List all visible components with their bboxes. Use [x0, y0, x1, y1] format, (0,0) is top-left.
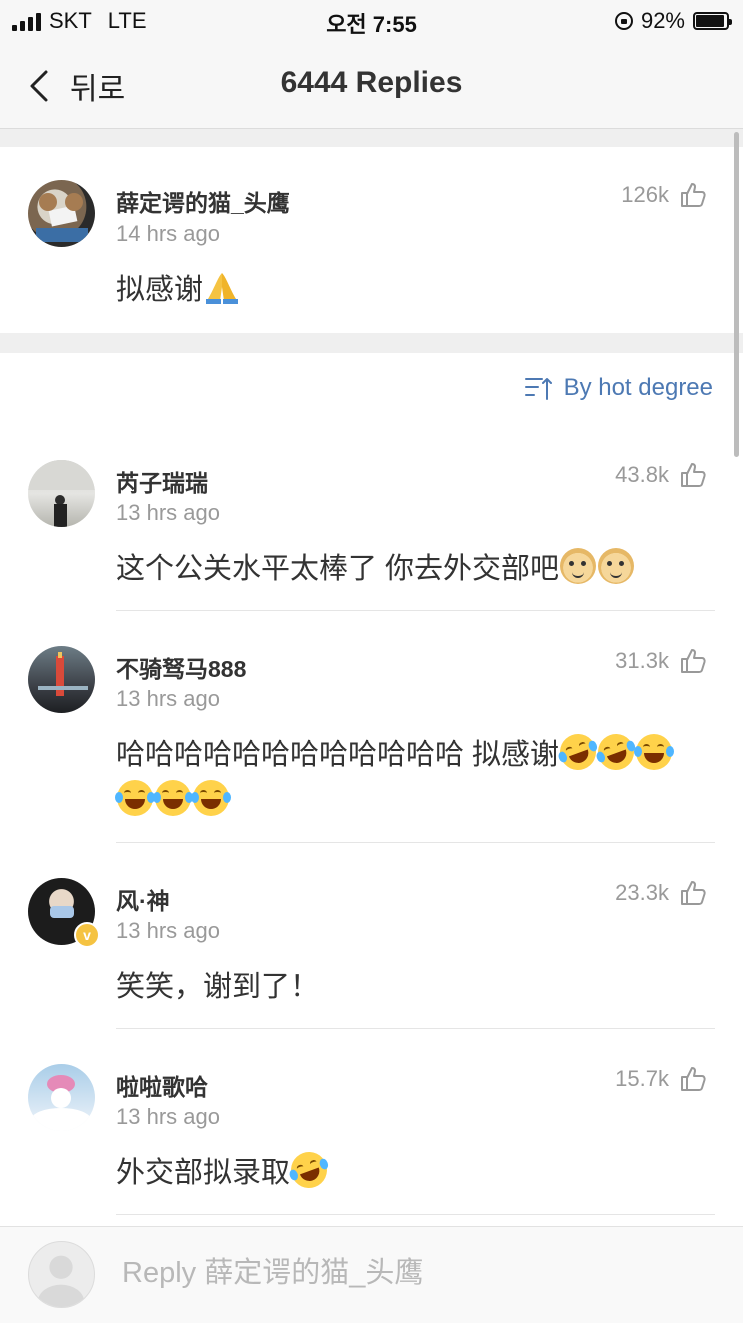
like-count: 31.3k [615, 648, 669, 673]
verified-badge-icon: v [74, 922, 100, 948]
divider [116, 610, 715, 611]
thumbs-up-icon [681, 463, 706, 487]
user-avatar [28, 1241, 95, 1308]
comment-time: 14 hrs ago [116, 221, 220, 246]
doge-emoji [598, 548, 635, 584]
reply-bar [0, 1226, 743, 1323]
original-comment: 薛定谔的猫_头鹰 14 hrs ago 126k 拟感谢 [0, 147, 743, 333]
thumbs-up-icon [681, 881, 706, 905]
doge-emoji [560, 548, 597, 584]
laughing-crying-emoji [285, 1146, 333, 1194]
comment-text: 笑笑，谢到了！ [116, 971, 320, 1003]
avatar[interactable]: v [28, 878, 100, 948]
comment-time: 13 hrs ago [116, 1104, 220, 1129]
page-title: 6444 Replies [280, 66, 463, 99]
comment-time: 13 hrs ago [116, 500, 220, 525]
avatar[interactable] [28, 1064, 95, 1131]
like-button[interactable]: 31.3k [615, 647, 707, 675]
folded-hands-emoji [204, 269, 240, 305]
laughing-crying-emoji [634, 734, 675, 770]
comment-text: 拟感谢 [116, 267, 716, 313]
status-bar: SKT LTE 오전 7:55 92% [0, 0, 743, 42]
avatar[interactable] [28, 646, 95, 713]
sort-button[interactable]: By hot degree [524, 374, 713, 402]
divider [116, 842, 715, 843]
avatar[interactable] [28, 180, 95, 247]
divider [116, 1028, 715, 1029]
like-button[interactable]: 43.8k [615, 461, 707, 489]
avatar[interactable] [28, 460, 95, 527]
commenter-name[interactable]: 薛定谔的猫_头鹰 [116, 184, 290, 218]
reply-input[interactable] [122, 1257, 702, 1290]
rotation-lock-icon [614, 12, 633, 30]
comment-text: 外交部拟录取 [116, 1146, 716, 1196]
like-button[interactable]: 126k [621, 181, 707, 209]
scrollbar[interactable] [734, 132, 739, 457]
like-count: 15.7k [615, 1066, 669, 1091]
like-count: 126k [621, 182, 669, 207]
commenter-name[interactable]: 啦啦歌哈 [116, 1068, 208, 1102]
thumbs-up-icon [681, 649, 706, 673]
battery-percent: 92% [640, 8, 685, 33]
laughing-crying-emoji [554, 728, 602, 776]
nav-bar: 뒤로 6444 Replies [0, 42, 743, 129]
laughing-crying-emoji [592, 728, 640, 776]
laughing-crying-emoji [153, 780, 193, 816]
like-count: 43.8k [615, 462, 669, 487]
sort-label: By hot degree [563, 374, 713, 401]
comment-text: 这个公关水平太棒了 你去外交部吧 [116, 546, 716, 592]
comment-text: 哈哈哈哈哈哈哈哈哈哈哈哈 拟感谢 [115, 728, 716, 824]
comment-time: 13 hrs ago [116, 686, 220, 711]
commenter-name[interactable]: 不骑驽马888 [116, 650, 246, 684]
section-divider [0, 129, 743, 147]
commenter-name[interactable]: 芮子瑞瑞 [116, 464, 208, 498]
sort-icon [524, 378, 552, 400]
comment-time: 13 hrs ago [116, 918, 220, 943]
like-button[interactable]: 15.7k [615, 1065, 707, 1093]
laughing-crying-emoji [115, 780, 155, 816]
like-count: 23.3k [615, 880, 669, 905]
thumbs-up-icon [681, 1067, 706, 1091]
thumbs-up-icon [681, 183, 706, 207]
section-divider [0, 333, 743, 353]
divider [116, 1214, 715, 1215]
like-button[interactable]: 23.3k [615, 879, 707, 907]
battery-icon [693, 12, 732, 30]
commenter-name[interactable]: 风·神 [116, 882, 170, 916]
laughing-crying-emoji [191, 780, 231, 816]
